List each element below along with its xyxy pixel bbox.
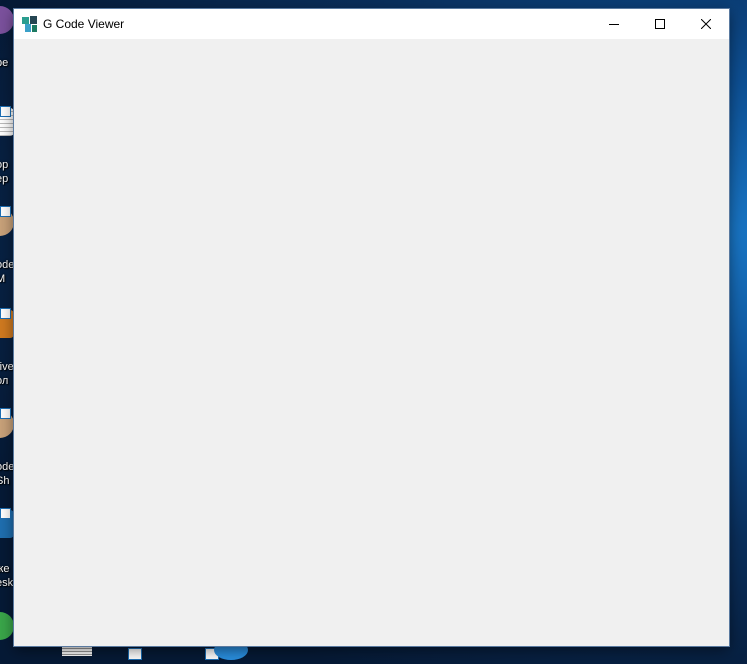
g-code-viewer-app-icon [22,16,38,32]
shortcut-arrow-icon [0,106,11,117]
shortcut-arrow-icon [0,308,11,319]
maximize-icon [655,19,665,29]
shortcut-arrow-icon [0,206,11,217]
close-icon [701,19,711,29]
shortcut-arrow-icon [128,648,142,660]
g-code-viewer-window: G Code Viewer [14,9,729,646]
minimize-button[interactable] [591,9,637,39]
shortcut-arrow-icon [0,408,11,419]
title-bar[interactable]: G Code Viewer [14,9,729,39]
viber-icon [0,6,14,34]
close-button[interactable] [683,9,729,39]
window-title: G Code Viewer [43,17,125,31]
client-area[interactable] [14,39,729,646]
shortcut-arrow-icon [0,508,11,519]
maximize-button[interactable] [637,9,683,39]
app-shortcut-icon [0,612,14,640]
window-controls [591,9,729,39]
desktop-document-icon[interactable] [62,646,92,656]
minimize-icon [609,24,619,25]
